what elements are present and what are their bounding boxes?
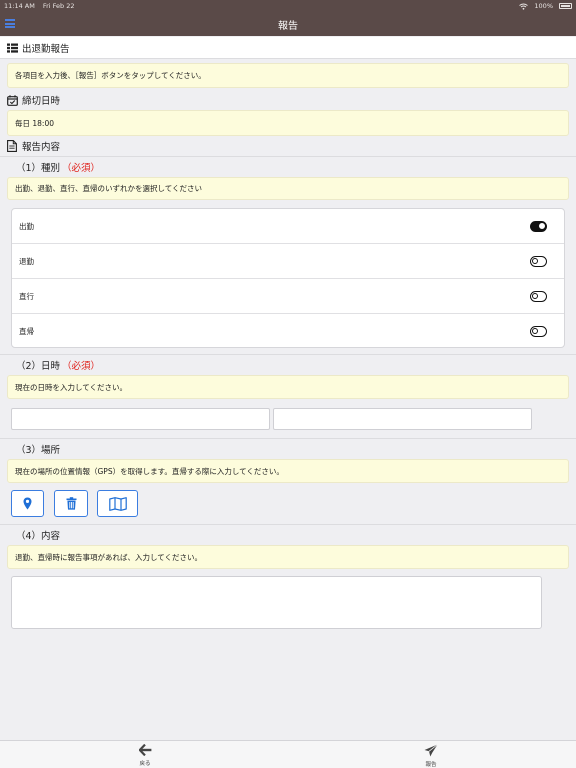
back-tab-label: 戻る	[139, 761, 151, 767]
battery-icon	[559, 3, 572, 9]
report-content-heading: 報告内容	[0, 135, 576, 157]
calendar-check-icon	[6, 94, 18, 106]
navigation-bar: 報告	[0, 12, 576, 36]
type-note: 出勤、退勤、直行、直帰のいずれかを選択してください	[7, 177, 569, 200]
type-option-clock-out[interactable]: 退勤	[12, 244, 564, 279]
get-location-button[interactable]	[11, 490, 44, 517]
show-map-button[interactable]	[97, 490, 138, 517]
content-note: 退勤、直帰時に報告事項があれば、入力してください。	[7, 545, 569, 569]
type-option-label: 出勤	[19, 221, 34, 231]
content-section-heading: （4）内容	[0, 524, 576, 544]
document-icon	[6, 140, 18, 152]
required-badge: （必須）	[62, 162, 101, 174]
datetime-note: 現在の日時を入力してください。	[7, 375, 569, 399]
nav-title: 報告	[278, 20, 298, 32]
type-option-label: 直行	[19, 291, 34, 301]
place-section-heading: （3）場所	[0, 438, 576, 458]
required-badge: （必須）	[62, 360, 101, 372]
report-tab-label: 報告	[425, 762, 437, 768]
type-toggle[interactable]	[530, 290, 547, 302]
type-options-list: 出勤 退勤 直行 直帰	[11, 208, 565, 348]
intro-note-text: 各項目を入力後、［報告］ボタンをタップしてください。	[15, 71, 206, 80]
deadline-value: 毎日 18:00	[15, 118, 54, 128]
menu-icon[interactable]	[5, 19, 15, 28]
intro-note: 各項目を入力後、［報告］ボタンをタップしてください。	[7, 63, 569, 88]
content-section-label: （4）内容	[16, 530, 61, 542]
deadline-value-box: 毎日 18:00	[7, 110, 569, 136]
content-textarea[interactable]	[11, 576, 542, 629]
status-date: Fri Feb 22	[42, 2, 75, 10]
deadline-heading: 締切日時	[0, 89, 576, 111]
back-tab[interactable]: 戻る	[125, 744, 165, 767]
wifi-icon	[519, 3, 529, 10]
clear-location-button[interactable]	[54, 490, 88, 517]
status-bar: 11:14 AM Fri Feb 22 100%	[0, 0, 576, 12]
time-input[interactable]	[273, 408, 532, 430]
type-option-direct-return[interactable]: 直帰	[12, 314, 564, 349]
tab-bar: 戻る 報告	[0, 740, 576, 768]
type-option-clock-in[interactable]: 出勤	[12, 209, 564, 244]
place-note-text: 現在の場所の位置情報（GPS）を取得します。直帰する際に入力してください。	[15, 466, 284, 476]
page-title: 出退勤報告	[22, 43, 70, 55]
send-icon	[424, 744, 438, 757]
place-note: 現在の場所の位置情報（GPS）を取得します。直帰する際に入力してください。	[7, 459, 569, 483]
arrow-left-icon	[138, 744, 151, 756]
status-time: 11:14 AM	[4, 2, 35, 10]
datetime-note-text: 現在の日時を入力してください。	[15, 382, 128, 392]
datetime-section-heading: （2）日時 （必須）	[0, 354, 576, 374]
location-pin-icon	[23, 497, 32, 510]
type-option-direct-go[interactable]: 直行	[12, 279, 564, 314]
type-section-label: （1）種別	[16, 162, 61, 174]
place-section-label: （3）場所	[16, 444, 61, 456]
report-tab[interactable]: 報告	[411, 744, 451, 768]
type-option-label: 直帰	[19, 327, 34, 336]
list-icon	[6, 42, 18, 54]
report-content-label: 報告内容	[22, 142, 61, 153]
type-option-label: 退勤	[19, 256, 34, 266]
type-toggle[interactable]	[530, 220, 547, 232]
content-note-text: 退勤、直帰時に報告事項があれば、入力してください。	[15, 552, 203, 562]
type-toggle[interactable]	[530, 255, 547, 267]
trash-icon	[66, 497, 76, 510]
datetime-section-label: （2）日時	[16, 360, 61, 372]
deadline-label: 締切日時	[22, 96, 61, 107]
map-icon	[108, 496, 127, 511]
battery-percent: 100%	[534, 2, 553, 10]
date-input[interactable]	[11, 408, 270, 430]
page-header: 出退勤報告	[0, 37, 576, 59]
type-section-heading: （1）種別 （必須）	[0, 156, 576, 176]
type-toggle[interactable]	[530, 326, 547, 337]
type-note-text: 出勤、退勤、直行、直帰のいずれかを選択してください	[15, 184, 203, 193]
